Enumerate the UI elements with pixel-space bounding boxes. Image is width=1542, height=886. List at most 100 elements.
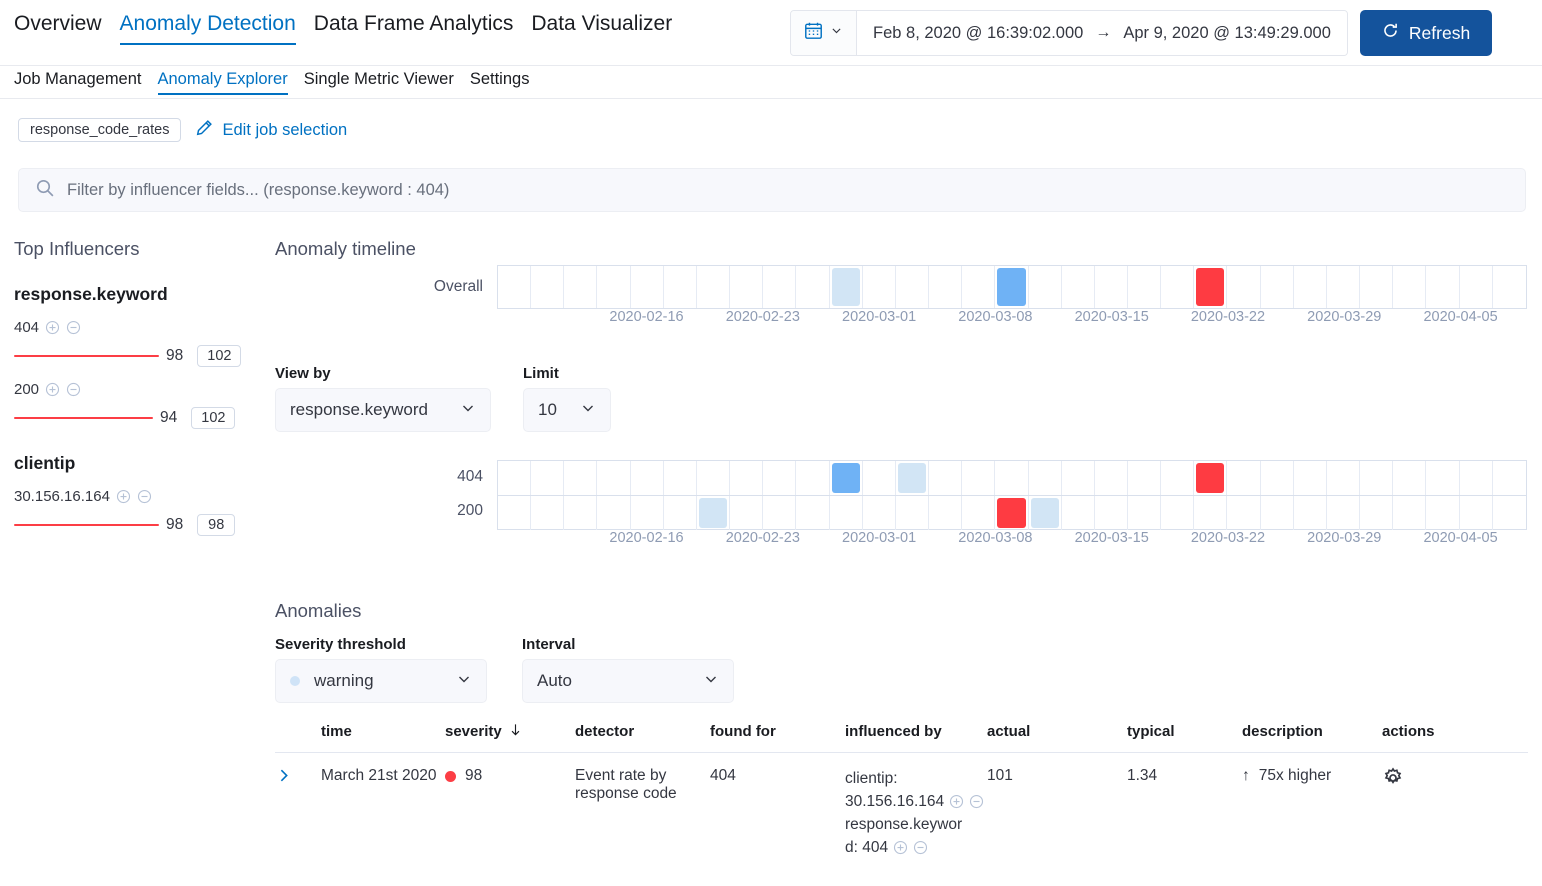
swimlane-cell[interactable] [863, 461, 896, 495]
swimlane-cell[interactable] [664, 461, 697, 495]
swimlane-cell[interactable] [1194, 266, 1228, 308]
swimlane-cell[interactable] [1194, 461, 1228, 495]
swimlane-cell[interactable] [1393, 496, 1427, 530]
swimlane-cell[interactable] [597, 461, 631, 495]
swimlane-cell[interactable] [498, 266, 532, 308]
influencer-filter-input[interactable]: Filter by influencer fields... (response… [18, 168, 1526, 212]
swimlane-cell[interactable] [763, 496, 797, 530]
column-header-typical[interactable]: typical [1127, 722, 1242, 741]
nav-item-anomaly-detection[interactable]: Anomaly Detection [119, 9, 296, 45]
swimlane-cell[interactable] [929, 461, 963, 495]
column-header-actions[interactable]: actions [1382, 722, 1492, 741]
overall-swimlane-grid[interactable] [497, 265, 1527, 309]
swimlane-cell[interactable] [1128, 496, 1162, 530]
swimlane-cell[interactable] [730, 266, 764, 308]
row-expand-button[interactable] [275, 767, 321, 859]
swimlane-cell[interactable] [1062, 266, 1095, 308]
column-header-detector[interactable]: detector [575, 722, 710, 741]
swimlane-cell[interactable] [531, 461, 565, 495]
swimlane-cell[interactable] [1029, 266, 1062, 308]
swimlane-cell[interactable] [1294, 461, 1327, 495]
swimlane-cell[interactable] [498, 461, 532, 495]
nav-item-overview[interactable]: Overview [14, 9, 102, 45]
swimlane-cell[interactable] [1393, 266, 1427, 308]
swimlane-cell[interactable] [796, 496, 830, 530]
swimlane-cell[interactable] [631, 461, 664, 495]
swimlane-cell[interactable] [995, 496, 1029, 530]
swimlane-cell[interactable] [1393, 461, 1427, 495]
add-filter-icon[interactable] [949, 794, 964, 809]
nav-item-anomaly-explorer[interactable]: Anomaly Explorer [157, 68, 288, 95]
column-header-influenced-by[interactable]: influenced by [845, 722, 987, 741]
swimlane-cell[interactable] [1426, 461, 1460, 495]
severity-threshold-select[interactable]: warning [275, 659, 487, 703]
swimlane-cell[interactable] [763, 266, 797, 308]
column-header-actual[interactable]: actual [987, 722, 1127, 741]
selected-job-badge[interactable]: response_code_rates [18, 118, 182, 142]
column-header-found-for[interactable]: found for [710, 722, 845, 741]
swimlane-cell[interactable] [1327, 266, 1361, 308]
remove-filter-icon[interactable] [137, 489, 152, 504]
column-header-time[interactable]: time [321, 722, 445, 741]
swimlane-cell[interactable] [730, 461, 764, 495]
gear-icon[interactable] [1382, 767, 1404, 789]
swimlane-cell[interactable] [1426, 266, 1460, 308]
swimlane-cell[interactable] [1261, 266, 1294, 308]
column-header-severity[interactable]: severity [445, 722, 575, 741]
swimlane-cell[interactable] [564, 496, 598, 530]
swimlane-cell[interactable] [1161, 461, 1195, 495]
view-by-select[interactable]: response.keyword [275, 388, 491, 432]
swimlane-cell[interactable] [1460, 496, 1493, 530]
swimlane-cell[interactable] [1194, 496, 1228, 530]
swimlane-cell[interactable] [962, 266, 996, 308]
swimlane-cell[interactable] [1460, 461, 1493, 495]
swimlane-cell[interactable] [564, 266, 598, 308]
swimlane-cell[interactable] [1095, 461, 1128, 495]
limit-select[interactable]: 10 [523, 388, 611, 432]
add-filter-icon[interactable] [45, 320, 60, 335]
swimlane-cell[interactable] [1460, 266, 1493, 308]
column-header-description[interactable]: description [1242, 722, 1382, 741]
swimlane-cell[interactable] [631, 266, 664, 308]
date-picker-group[interactable]: Feb 8, 2020 @ 16:39:02.000 → Apr 9, 2020… [790, 10, 1348, 56]
swimlane-cell[interactable] [1294, 496, 1327, 530]
swimlane-cell[interactable] [830, 461, 863, 495]
swimlane-cell[interactable] [1128, 266, 1162, 308]
swimlane-cell[interactable] [597, 496, 631, 530]
remove-filter-icon[interactable] [66, 320, 81, 335]
viewby-swimlane-grid[interactable] [497, 460, 1527, 530]
swimlane-cell[interactable] [664, 496, 697, 530]
swimlane-cell[interactable] [896, 461, 930, 495]
swimlane-cell[interactable] [1360, 266, 1394, 308]
swimlane-cell[interactable] [631, 496, 664, 530]
swimlane-cell[interactable] [863, 496, 896, 530]
swimlane-cell[interactable] [995, 266, 1029, 308]
swimlane-cell[interactable] [697, 266, 731, 308]
swimlane-cell[interactable] [962, 496, 996, 530]
swimlane-cell[interactable] [1493, 496, 1526, 530]
swimlane-cell[interactable] [896, 496, 930, 530]
refresh-button[interactable]: Refresh [1359, 10, 1493, 56]
swimlane-cell[interactable] [929, 496, 963, 530]
swimlane-cell[interactable] [929, 266, 963, 308]
swimlane-cell[interactable] [697, 496, 731, 530]
swimlane-cell[interactable] [763, 461, 797, 495]
swimlane-cell[interactable] [1062, 496, 1095, 530]
swimlane-cell[interactable] [1360, 496, 1394, 530]
date-start[interactable]: Feb 8, 2020 @ 16:39:02.000 [873, 24, 1083, 43]
swimlane-cell[interactable] [1095, 266, 1128, 308]
nav-item-data-visualizer[interactable]: Data Visualizer [531, 9, 672, 45]
swimlane-cell[interactable] [564, 461, 598, 495]
swimlane-cell[interactable] [597, 266, 631, 308]
swimlane-cell[interactable] [531, 266, 565, 308]
swimlane-cell[interactable] [796, 461, 830, 495]
swimlane-cell[interactable] [995, 461, 1029, 495]
swimlane-cell[interactable] [1161, 496, 1195, 530]
interval-select[interactable]: Auto [522, 659, 734, 703]
add-filter-icon[interactable] [45, 382, 60, 397]
edit-job-selection-button[interactable]: Edit job selection [195, 119, 347, 142]
swimlane-cell[interactable] [1227, 266, 1261, 308]
remove-filter-icon[interactable] [913, 840, 928, 855]
swimlane-cell[interactable] [1493, 461, 1526, 495]
remove-filter-icon[interactable] [969, 794, 984, 809]
